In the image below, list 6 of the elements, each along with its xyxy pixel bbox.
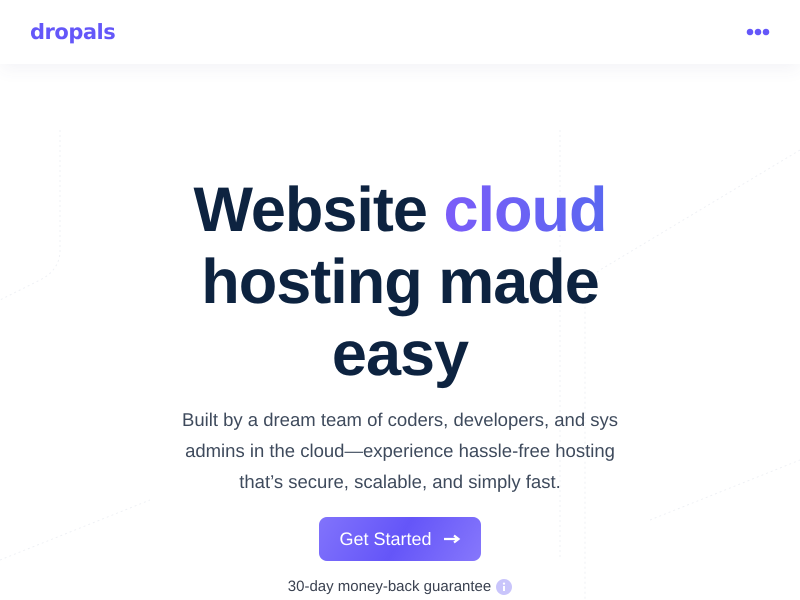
guarantee-text: 30-day money-back guarantee <box>288 578 492 595</box>
logo[interactable]: dropals <box>30 20 116 44</box>
headline: Website cloud hosting made easy <box>192 174 608 390</box>
get-started-button[interactable]: Get Started <box>319 517 481 561</box>
description: Built by a dream team of coders, developers, and sys admins in the cloud—experience hassle-free hosting that’s secure, scalable, and simply fast. <box>181 408 619 494</box>
arrow-icon <box>444 534 461 544</box>
